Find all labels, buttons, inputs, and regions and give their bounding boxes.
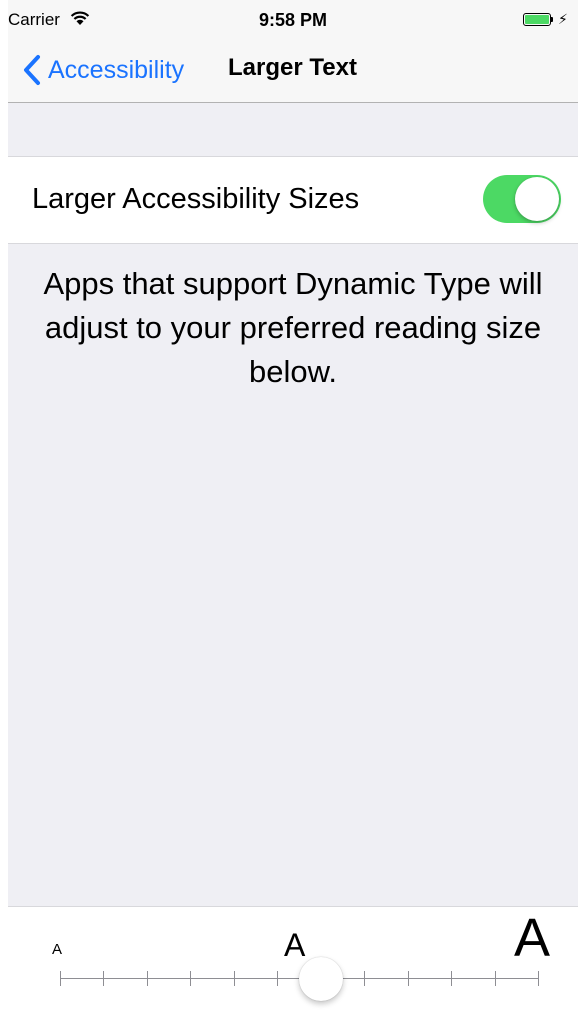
back-button[interactable]: Accessibility <box>18 52 184 88</box>
slider-tick <box>538 971 539 986</box>
slider-tick <box>190 971 192 986</box>
screen: Carrier 9:58 PM ⚡︎ Accessibility Larger … <box>8 0 578 1023</box>
current-text-size-label: A <box>284 927 306 963</box>
slider-tick <box>103 971 105 986</box>
page-title: Larger Text <box>228 54 357 81</box>
status-time: 9:58 PM <box>258 10 328 30</box>
navigation-bar: Accessibility Larger Text <box>8 40 578 103</box>
back-button-label: Accessibility <box>48 55 185 84</box>
larger-accessibility-sizes-row: Larger Accessibility Sizes <box>8 156 578 244</box>
description-text: Apps that support Dynamic Type will adju… <box>43 266 543 389</box>
large-text-size-label: A <box>514 908 551 968</box>
slider-tick <box>364 971 366 986</box>
toggle-label: Larger Accessibility Sizes <box>32 183 360 215</box>
slider-tick <box>494 971 496 986</box>
slider-tick <box>407 971 409 986</box>
switch-knob <box>515 177 559 221</box>
battery-tip <box>551 17 553 22</box>
charging-bolt-icon: ⚡︎ <box>558 11 568 27</box>
small-text-size-label: A <box>52 941 63 958</box>
chevron-left-icon <box>24 55 40 85</box>
status-bar: Carrier 9:58 PM ⚡︎ <box>8 0 578 40</box>
slider-tick <box>60 971 61 986</box>
slider-tick <box>277 971 279 986</box>
text-size-slider-thumb[interactable] <box>298 957 343 1001</box>
slider-tick <box>451 971 453 986</box>
larger-accessibility-sizes-switch[interactable] <box>483 175 561 223</box>
slider-tick <box>146 971 148 986</box>
battery-icon <box>523 13 551 26</box>
text-size-slider-panel: A A A <box>8 906 578 1023</box>
slider-tick <box>233 971 235 986</box>
